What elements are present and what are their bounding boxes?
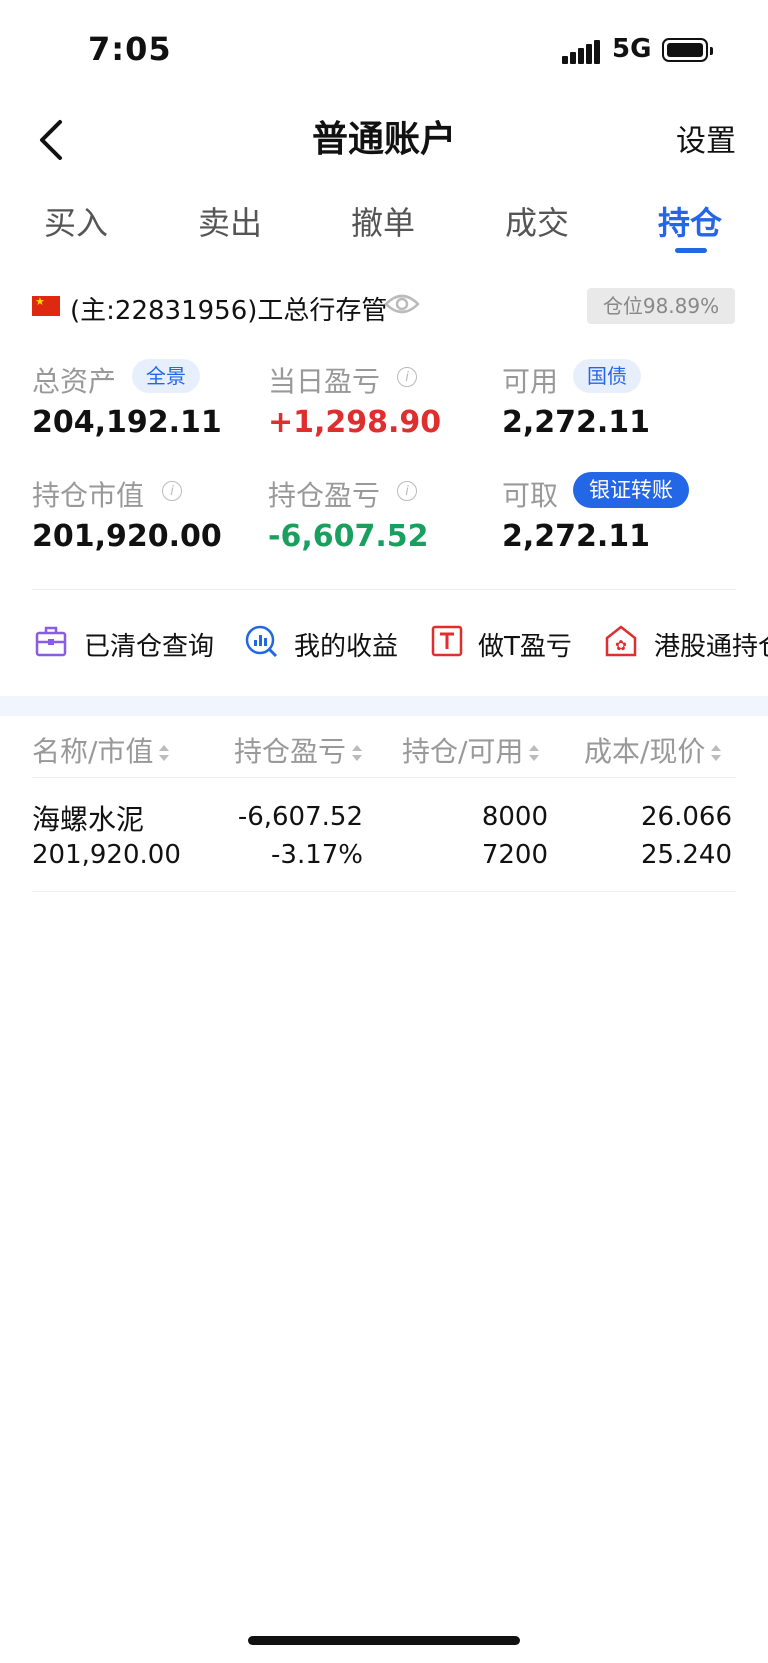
- eye-icon[interactable]: [384, 292, 420, 316]
- position-ratio-badge: 仓位98.89%: [587, 288, 735, 324]
- stock-pnl-percent: -3.17%: [271, 840, 363, 870]
- cleared-positions-link[interactable]: 已清仓查询: [84, 626, 214, 663]
- stock-market-value: 201,920.00: [32, 840, 181, 870]
- my-earnings-link[interactable]: 我的收益: [294, 626, 398, 663]
- stock-pnl: -6,607.52: [237, 802, 363, 832]
- withdrawable-label: 可取: [502, 479, 559, 512]
- treasury-bond-button[interactable]: 国债: [573, 359, 641, 393]
- bank-transfer-button[interactable]: 银证转账: [573, 472, 689, 508]
- holding-value-label: 持仓市值: [32, 479, 145, 512]
- t-box-icon: [430, 624, 464, 658]
- column-header-name[interactable]: 名称/市值: [32, 730, 170, 770]
- divider: [32, 891, 736, 892]
- sort-icon: [711, 744, 722, 762]
- holding-pnl-value: -6,607.52: [268, 519, 429, 554]
- table-row[interactable]: 海螺水泥 201,920.00 -6,607.52 -3.17% 8000 72…: [0, 780, 768, 890]
- column-header-holding[interactable]: 持仓/可用: [402, 730, 540, 770]
- stock-price: 25.240: [641, 840, 732, 870]
- tab-sell[interactable]: 卖出: [198, 198, 262, 244]
- divider: [32, 777, 736, 778]
- available-label: 可用: [502, 365, 559, 398]
- tab-holdings[interactable]: 持仓: [658, 198, 722, 244]
- total-assets-label: 总资产: [32, 365, 117, 398]
- tab-trades[interactable]: 成交: [505, 198, 569, 244]
- settings-button[interactable]: 设置: [676, 116, 736, 160]
- tab-buy[interactable]: 买入: [44, 198, 108, 244]
- panorama-button[interactable]: 全景: [132, 359, 200, 393]
- info-icon[interactable]: i: [397, 481, 417, 501]
- t-trade-pnl-link[interactable]: 做T盈亏: [478, 626, 572, 663]
- chart-search-icon: [244, 624, 278, 658]
- briefcase-icon: [34, 624, 68, 658]
- tab-cancel[interactable]: 撤单: [351, 198, 415, 244]
- holding-value-value: 201,920.00: [32, 519, 222, 554]
- stock-name: 海螺水泥: [32, 803, 145, 836]
- withdrawable-value: 2,272.11: [502, 519, 651, 554]
- signal-icon: [562, 40, 600, 64]
- column-header-cost[interactable]: 成本/现价: [584, 730, 722, 770]
- stock-available-qty: 7200: [481, 840, 548, 870]
- account-name[interactable]: (主:22831956)工总行存管: [70, 290, 387, 327]
- column-header-pnl[interactable]: 持仓盈亏: [234, 730, 363, 770]
- available-value: 2,272.11: [502, 405, 651, 440]
- info-icon[interactable]: i: [162, 481, 182, 501]
- hk-connect-holdings-link[interactable]: 港股通持仓: [654, 626, 768, 663]
- hk-bauhinia-icon: ✿: [604, 624, 638, 658]
- status-time: 7:05: [88, 30, 172, 68]
- tab-active-indicator: [675, 248, 707, 253]
- sort-icon: [352, 744, 363, 762]
- svg-text:✿: ✿: [615, 638, 627, 654]
- network-label: 5G: [612, 34, 652, 64]
- daily-pnl-value: +1,298.90: [268, 405, 442, 440]
- stock-holding-qty: 8000: [481, 802, 548, 832]
- section-separator: [0, 696, 768, 716]
- divider: [32, 589, 736, 590]
- page-title: 普通账户: [311, 119, 456, 160]
- info-icon[interactable]: i: [397, 367, 417, 387]
- battery-icon: [662, 38, 713, 62]
- sort-icon: [159, 744, 170, 762]
- total-assets-value: 204,192.11: [32, 405, 222, 440]
- home-indicator[interactable]: [248, 1636, 520, 1645]
- china-flag-icon: ★: [32, 296, 60, 316]
- sort-icon: [529, 744, 540, 762]
- stock-cost: 26.066: [641, 802, 732, 832]
- holding-pnl-label: 持仓盈亏: [268, 479, 381, 512]
- daily-pnl-label: 当日盈亏: [268, 365, 381, 398]
